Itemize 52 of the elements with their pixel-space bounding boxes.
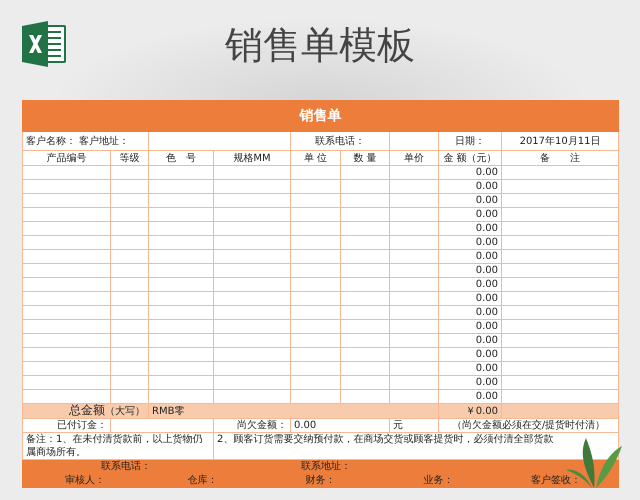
amount-cell: 0.00	[476, 181, 498, 192]
page-title: 销售单模板	[225, 22, 415, 69]
phone-label: 联系电话：	[315, 136, 365, 146]
amount-cell: 0.00	[476, 321, 498, 332]
column-header: 色 号	[166, 152, 196, 164]
total-in-words: RMB零	[152, 406, 184, 416]
column-header: 数 量	[353, 152, 377, 164]
column-header: 规格MM	[233, 152, 271, 164]
total-sublabel: （大写）	[105, 406, 145, 417]
deposit-label: 已付订金：	[57, 420, 107, 431]
column-header: 单 位	[304, 152, 328, 164]
amount-cell: 0.00	[476, 209, 498, 220]
amount-cell: 0.00	[476, 223, 498, 234]
amount-cell: 0.00	[476, 391, 498, 402]
amount-cell: 0.00	[476, 237, 498, 248]
amount-cell: 0.00	[476, 167, 498, 178]
customer-name-label: 客户名称：	[26, 136, 76, 146]
spreadsheet-icon	[20, 20, 68, 68]
date-label: 日期：	[455, 136, 485, 146]
note-text: 备注：1、在未付清货款前，以上货物仍属商场所有。	[26, 434, 202, 458]
column-header: 等级	[120, 152, 140, 164]
signature-label: 审核人：	[64, 474, 106, 487]
owed-label: 尚欠金额：	[237, 420, 287, 431]
payment-note: （尚欠金额必须在交/提货时付清）	[452, 420, 606, 431]
signature-label: 联系地址：	[300, 460, 352, 473]
signature-label: 业务：	[422, 474, 454, 487]
total-label: 总金额	[69, 403, 105, 417]
amount-cell: 0.00	[476, 363, 498, 374]
column-header: 产品编号	[46, 152, 86, 164]
amount-cell: 0.00	[476, 377, 498, 388]
date-value: 2017年10月11日	[520, 136, 600, 146]
note-text: 2、顾客订货需要交纳预付款，在商场交货或顾客提货时，必须付清全部货款	[217, 434, 554, 445]
amount-cell: 0.00	[476, 195, 498, 206]
signature-label: 联系电话：	[100, 460, 152, 473]
sheet-title: 销售单	[22, 100, 619, 132]
amount-cell: 0.00	[476, 251, 498, 262]
column-header: 备 注	[540, 152, 580, 164]
column-header: 单价	[404, 152, 424, 164]
customer-address-label: 客户地址：	[79, 136, 130, 146]
signature-label: 财务：	[304, 474, 337, 487]
amount-cell: 0.00	[476, 279, 498, 290]
signature-label: 客户签收：	[530, 474, 582, 487]
amount-cell: 0.00	[476, 349, 498, 360]
currency-unit: 元	[393, 420, 403, 431]
amount-cell: 0.00	[476, 335, 498, 346]
amount-cell: 0.00	[476, 265, 498, 276]
amount-cell: 0.00	[476, 293, 498, 304]
column-header: 金 额（元）	[443, 152, 497, 164]
owed-amount: 0.00	[294, 420, 316, 431]
total-amount: ￥0.00	[466, 406, 498, 416]
amount-cell: 0.00	[476, 307, 498, 318]
signature-label: 仓库：	[186, 474, 219, 487]
